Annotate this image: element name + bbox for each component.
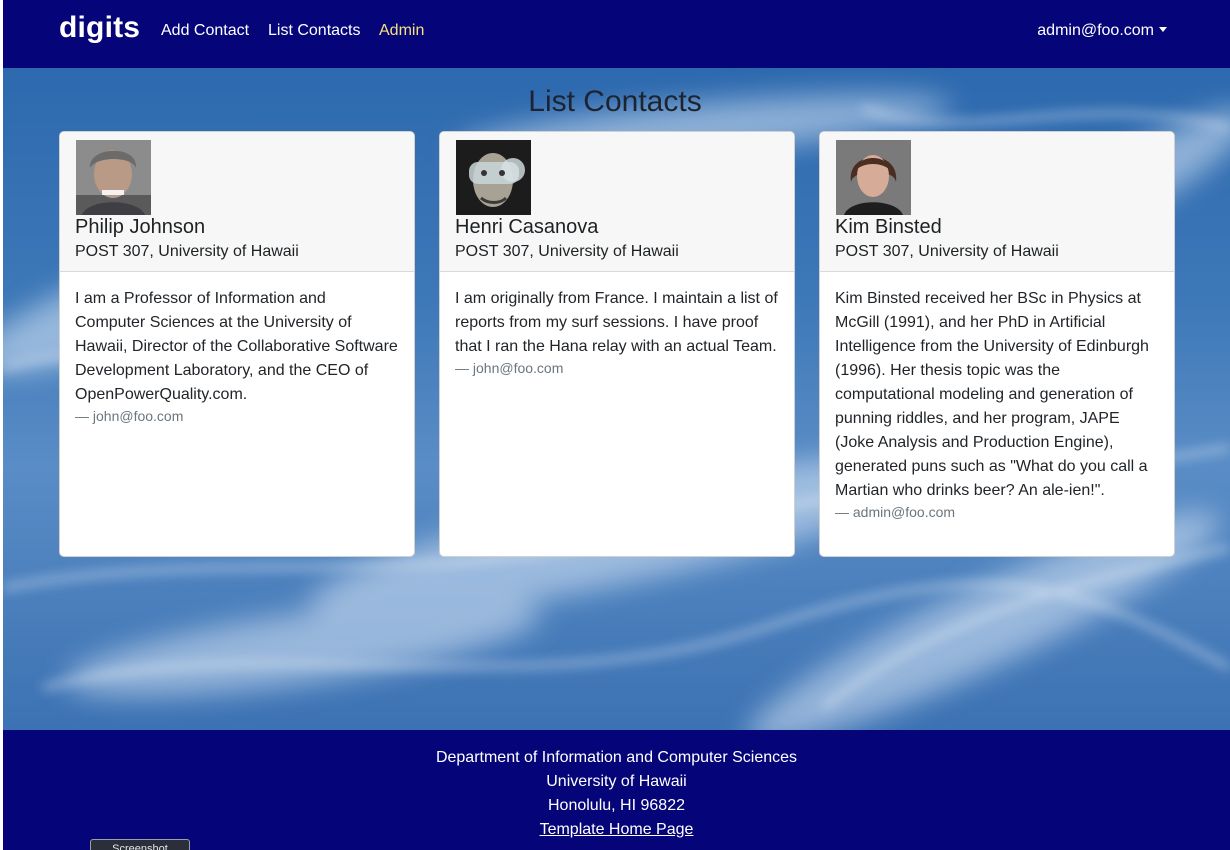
contact-owner: — john@foo.com (455, 360, 564, 376)
contact-description: I am a Professor of Information and Comp… (75, 290, 398, 403)
page-title: List Contacts (528, 85, 702, 118)
nav-add-contact[interactable]: Add Contact (161, 22, 249, 40)
contact-card: Philip Johnson POST 307, University of H… (59, 131, 415, 557)
card-body: I am originally from France. I maintain … (440, 272, 794, 376)
contact-photo (836, 140, 911, 215)
nav-list-contacts[interactable]: List Contacts (268, 22, 360, 40)
contact-description: Kim Binsted received her BSc in Physics … (835, 290, 1149, 499)
contact-name: Philip Johnson (75, 216, 206, 238)
brand-logo[interactable]: digits (59, 11, 140, 45)
navbar: digits Add Contact List Contacts Admin a… (3, 0, 1230, 68)
card-header: Kim Binsted POST 307, University of Hawa… (820, 132, 1174, 272)
user-menu-dropdown[interactable]: admin@foo.com (1037, 22, 1167, 40)
contact-owner: — admin@foo.com (835, 504, 956, 520)
screenshot-button[interactable]: Screenshot (90, 839, 190, 850)
contact-address: POST 307, University of Hawaii (835, 243, 1059, 260)
card-body: Kim Binsted received her BSc in Physics … (820, 272, 1174, 520)
contact-name: Kim Binsted (835, 216, 942, 238)
footer-link-row: Template Home Page (3, 821, 1230, 839)
caret-down-icon (1159, 27, 1167, 32)
card-body: I am a Professor of Information and Comp… (60, 272, 414, 424)
contact-address: POST 307, University of Hawaii (75, 243, 299, 260)
card-header: Philip Johnson POST 307, University of H… (60, 132, 414, 272)
contact-address: POST 307, University of Hawaii (455, 243, 679, 260)
contact-card: Henri Casanova POST 307, University of H… (439, 131, 795, 557)
contact-card: Kim Binsted POST 307, University of Hawa… (819, 131, 1175, 557)
contact-owner: — john@foo.com (75, 408, 184, 424)
card-header: Henri Casanova POST 307, University of H… (440, 132, 794, 272)
contact-photo (456, 140, 531, 215)
footer-address: Honolulu, HI 96822 (548, 797, 685, 814)
template-home-link[interactable]: Template Home Page (540, 821, 694, 838)
footer: Department of Information and Computer S… (3, 730, 1230, 850)
footer-university: University of Hawaii (546, 773, 687, 790)
nav-admin[interactable]: Admin (379, 22, 424, 40)
contact-description: I am originally from France. I maintain … (455, 290, 778, 355)
user-email: admin@foo.com (1037, 22, 1154, 39)
contact-photo (76, 140, 151, 215)
contact-name: Henri Casanova (455, 216, 599, 238)
footer-department: Department of Information and Computer S… (435, 749, 798, 766)
